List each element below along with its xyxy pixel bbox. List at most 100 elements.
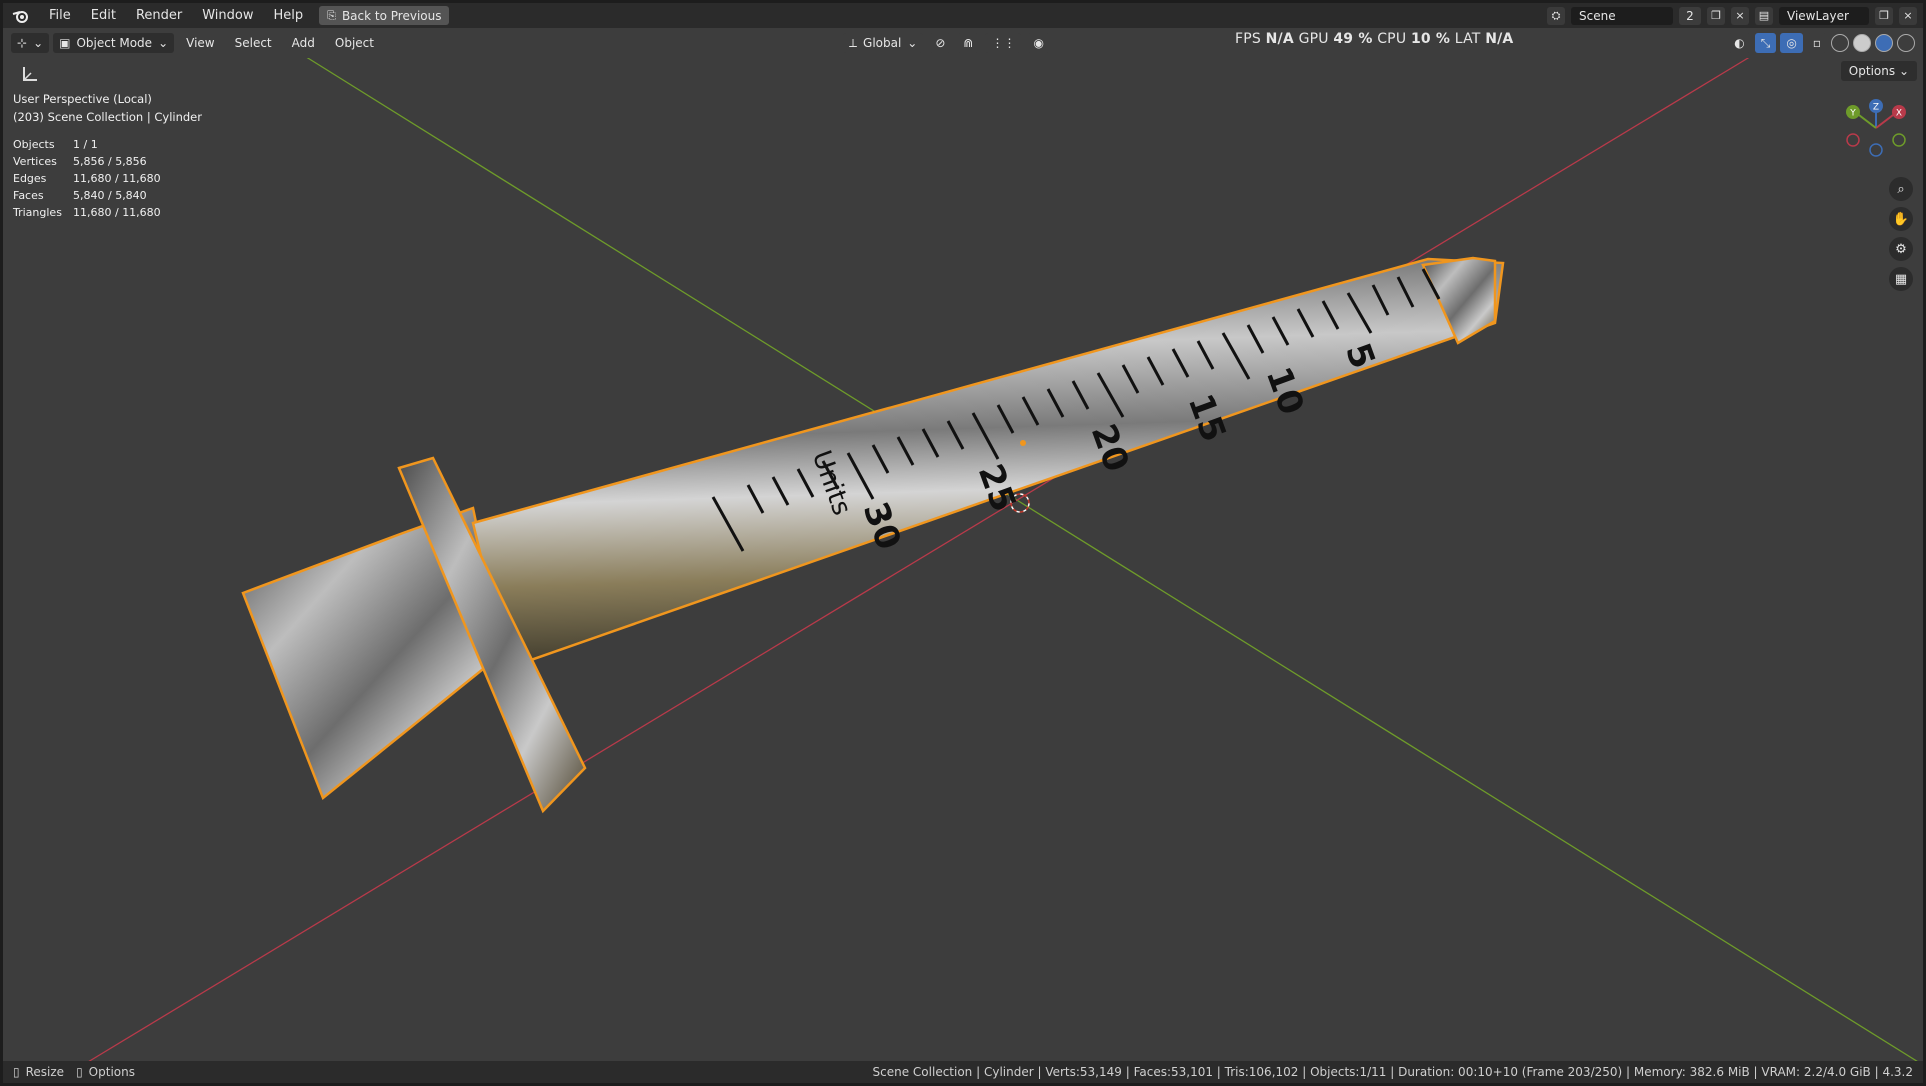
options-hint: Options [88, 1065, 135, 1079]
header-menu-object[interactable]: Object [327, 33, 382, 53]
chevron-down-icon: ⌄ [1898, 64, 1909, 78]
stat-row: Faces 5,840 / 5,840 [13, 187, 202, 204]
back-to-previous-label: Back to Previous [341, 8, 442, 23]
solid-shading-button[interactable] [1853, 34, 1871, 52]
close-scene-icon[interactable]: × [1731, 6, 1749, 25]
zoom-icon[interactable]: ⌕ [1889, 177, 1913, 201]
pivot-dropdown[interactable]: ⊘ [929, 33, 952, 53]
gizmo-x-label: X [1896, 109, 1902, 119]
snap-grid-icon: ⋮⋮ [991, 36, 1016, 50]
gpu-label: GPU [1298, 31, 1329, 47]
stat-row: Objects 1 / 1 [13, 136, 202, 153]
top-menu-bar: File Edit Render Window Help ⎘ Back to P… [3, 3, 1923, 28]
visibility-dropdown[interactable]: ◐ [1728, 33, 1751, 53]
header-menu-add[interactable]: Add [284, 33, 323, 53]
stat-key: Triangles [13, 206, 62, 219]
view-layer-field[interactable]: ViewLayer [1779, 6, 1869, 25]
header-menu-view[interactable]: View [178, 33, 222, 53]
overlays-toggle[interactable]: ◎ [1780, 33, 1803, 53]
menu-help[interactable]: Help [264, 3, 314, 28]
editor-type-dropdown[interactable]: ⊹ ⌄ [11, 33, 50, 53]
chevron-down-icon: ⌄ [33, 36, 44, 50]
status-summary: Scene Collection | Cylinder | Verts:53,1… [872, 1065, 1913, 1079]
menu-edit[interactable]: Edit [81, 3, 126, 28]
scene-controls: ⛭ Scene 2 ❐ × ▤ ViewLayer ❐ × [1547, 3, 1917, 28]
menu-render[interactable]: Render [126, 3, 192, 28]
blender-window: 5 10 15 20 25 30 Units File Edit Render … [3, 3, 1923, 1083]
scene-type-icon[interactable]: ⛭ [1547, 6, 1565, 25]
performance-stats: FPS N/A GPU 49 % CPU 10 % LAT N/A [1235, 31, 1513, 47]
menu-file[interactable]: File [39, 3, 81, 28]
gpu-value: 49 % [1333, 31, 1373, 47]
gizmo-neg-z [1869, 143, 1883, 157]
options-dropdown[interactable]: Options ⌄ [1840, 61, 1917, 81]
stat-value: 5,840 / 5,840 [73, 189, 147, 202]
transform-orientation-dropdown[interactable]: ⟂ Global ⌄ [843, 33, 924, 53]
viewport-info-overlay: User Perspective (Local) (203) Scene Col… [13, 90, 202, 221]
back-icon: ⎘ [327, 8, 336, 22]
navigation-gizmo[interactable]: Z X Y [1841, 98, 1911, 168]
stat-row: Triangles 11,680 / 11,680 [13, 204, 202, 221]
options-label: Options [1848, 64, 1896, 78]
chevron-down-icon: ⌄ [158, 36, 169, 50]
resize-hint: Resize [25, 1065, 65, 1079]
editor-type-icon: ⊹ [17, 36, 28, 50]
lat-label: LAT [1454, 31, 1481, 47]
new-scene-icon[interactable]: ❐ [1707, 6, 1725, 25]
header-menu-select[interactable]: Select [227, 33, 280, 53]
xray-toggle[interactable]: ▫ [1806, 33, 1827, 53]
mouse-left-icon: ▯ [13, 1065, 20, 1079]
gizmo-z-label: Z [1873, 103, 1879, 113]
rendered-shading-button[interactable] [1897, 34, 1915, 52]
proportional-edit-icon: ◉ [1033, 36, 1044, 50]
snap-target-dropdown[interactable]: ⋮⋮ [985, 33, 1022, 53]
mode-dropdown[interactable]: ▣ Object Mode ⌄ [53, 33, 175, 53]
stat-row: Vertices 5,856 / 5,856 [13, 153, 202, 170]
stat-key: Objects [13, 138, 55, 151]
new-view-layer-icon[interactable]: ❐ [1875, 6, 1893, 25]
stat-value: 1 / 1 [73, 138, 98, 151]
menu-window[interactable]: Window [192, 3, 263, 28]
chevron-down-icon: ⌄ [907, 36, 918, 50]
gizmo-neg-y [1892, 133, 1906, 147]
view-layer-icon[interactable]: ▤ [1755, 6, 1773, 25]
stat-key: Faces [13, 189, 44, 202]
stat-value: 11,680 / 11,680 [73, 172, 161, 185]
gizmo-neg-x [1846, 133, 1860, 147]
object-origin [1020, 440, 1026, 446]
camera-view-icon[interactable]: ⚙ [1889, 237, 1913, 261]
cpu-label: CPU [1377, 31, 1407, 47]
scene-name-field[interactable]: Scene [1571, 6, 1673, 25]
snap-toggle[interactable]: ⋒ [957, 33, 980, 53]
magnet-icon: ⋒ [963, 36, 974, 50]
gizmo-toggle[interactable]: ⤡ [1754, 33, 1777, 53]
orientation-icon: ⟂ [849, 35, 858, 50]
stat-key: Edges [13, 172, 47, 185]
stat-row: Edges 11,680 / 11,680 [13, 170, 202, 187]
view-name: User Perspective (Local) [13, 92, 152, 106]
blender-logo-icon[interactable] [3, 3, 39, 28]
3d-viewport[interactable] [3, 3, 1923, 1083]
cpu-value: 10 % [1410, 31, 1451, 47]
wireframe-shading-button[interactable] [1831, 34, 1849, 52]
fps-label: FPS [1235, 31, 1261, 47]
ortho-grid-icon[interactable]: ▦ [1889, 267, 1913, 291]
close-view-layer-icon[interactable]: × [1899, 6, 1917, 25]
stat-key: Vertices [13, 155, 57, 168]
back-to-previous-button[interactable]: ⎘ Back to Previous [319, 6, 450, 25]
object-mode-icon: ▣ [59, 36, 71, 50]
pivot-icon: ⊘ [935, 36, 946, 50]
pan-hand-icon[interactable]: ✋ [1889, 207, 1913, 231]
mouse-right-icon: ▯ [76, 1065, 83, 1079]
lat-value: N/A [1485, 31, 1514, 47]
mode-label: Object Mode [76, 36, 153, 50]
status-bar: ▯ Resize ▯ Options Scene Collection | Cy… [3, 1061, 1923, 1083]
gizmo-y-label: Y [1849, 109, 1856, 119]
view-context: (203) Scene Collection | Cylinder [13, 110, 202, 124]
material-shading-button[interactable] [1875, 34, 1893, 52]
proportional-edit-toggle[interactable]: ◉ [1027, 33, 1050, 53]
measure-tool-icon[interactable] [17, 61, 43, 87]
stat-value: 11,680 / 11,680 [73, 206, 161, 219]
viewport-header: ⊹ ⌄ ▣ Object Mode ⌄ View Select Add Objec… [3, 28, 1923, 58]
scene-users-count[interactable]: 2 [1679, 6, 1701, 25]
